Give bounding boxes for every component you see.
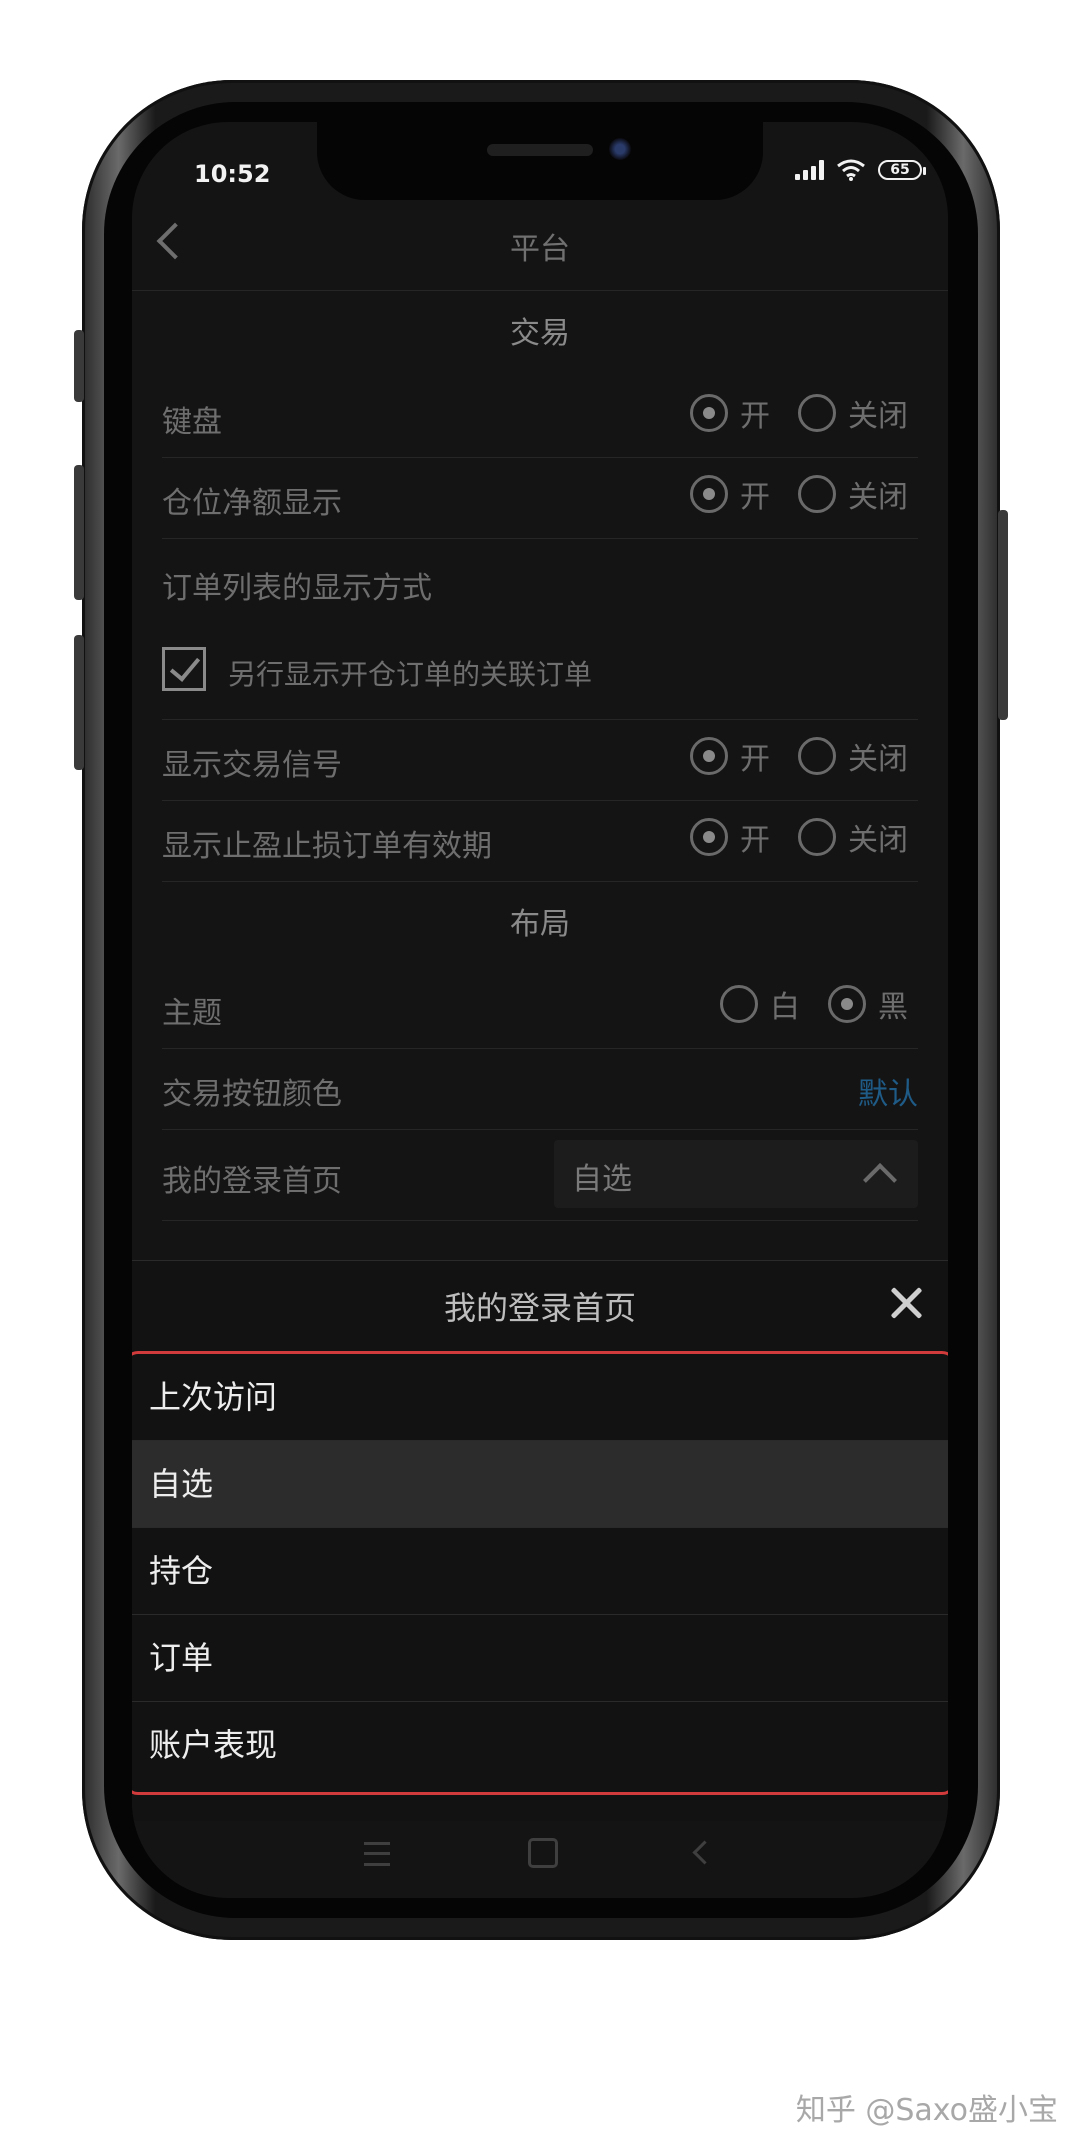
button-color-link[interactable]: 默认 xyxy=(858,1069,918,1113)
setting-keyboard: 键盘 开 关闭 xyxy=(162,377,918,458)
setting-label: 显示止盈止损订单有效期 xyxy=(162,829,492,864)
status-icons: 65 xyxy=(795,158,926,182)
setting-label: 键盘 xyxy=(162,405,222,440)
option-account-performance[interactable]: 账户表现 xyxy=(132,1702,948,1788)
battery-icon: 65 xyxy=(878,160,926,180)
radio-keyboard-off[interactable] xyxy=(798,394,836,432)
radio-label-off: 关闭 xyxy=(848,823,908,858)
radio-keyboard-on[interactable] xyxy=(690,394,728,432)
radio-label-on: 开 xyxy=(740,399,770,434)
volume-up-button xyxy=(74,330,84,402)
setting-login-home: 我的登录首页 自选 xyxy=(162,1130,918,1221)
checkbox-checked-icon[interactable] xyxy=(162,647,206,691)
sheet-title: 我的登录首页 xyxy=(443,1289,636,1327)
section-title-trading: 交易 xyxy=(510,316,570,351)
select-value: 自选 xyxy=(572,1162,632,1197)
notch xyxy=(317,122,763,200)
radio-label-white: 白 xyxy=(770,990,800,1025)
radio-signals-on[interactable] xyxy=(690,737,728,775)
close-icon[interactable] xyxy=(886,1283,926,1323)
radio-signals-off[interactable] xyxy=(798,737,836,775)
phone-screen: 10:52 65 平台 交易 键盘 开 关闭 仓位净额显示 开 关闭 订单列表的… xyxy=(132,122,948,1898)
option-watchlist[interactable]: 自选 xyxy=(132,1441,948,1528)
mute-button xyxy=(74,635,84,770)
wifi-icon xyxy=(837,159,865,181)
setting-related-orders[interactable]: 另行显示开仓订单的关联订单 xyxy=(162,629,918,720)
setting-button-color: 交易按钮颜色 默认 xyxy=(162,1049,918,1130)
checkbox-label: 另行显示开仓订单的关联订单 xyxy=(228,658,593,691)
setting-label: 显示交易信号 xyxy=(162,748,342,783)
radio-label-off: 关闭 xyxy=(848,480,908,515)
radio-label-black: 黑 xyxy=(878,990,908,1025)
front-camera xyxy=(609,138,631,160)
power-button xyxy=(998,510,1008,720)
setting-label: 我的登录首页 xyxy=(162,1164,342,1199)
setting-trade-signals: 显示交易信号 开 关闭 xyxy=(162,720,918,801)
radio-expiry-on[interactable] xyxy=(690,818,728,856)
setting-order-list: 订单列表的显示方式 xyxy=(162,539,918,629)
setting-label: 主题 xyxy=(162,996,222,1031)
radio-label-on: 开 xyxy=(740,480,770,515)
signal-icon xyxy=(795,160,824,180)
menu-icon[interactable] xyxy=(364,1842,390,1866)
option-last-visit[interactable]: 上次访问 xyxy=(132,1354,948,1441)
watermark: 知乎 @Saxo盛小宝 xyxy=(795,2093,1058,2128)
system-nav-bar xyxy=(132,1822,948,1898)
radio-net-position-off[interactable] xyxy=(798,475,836,513)
option-list: 上次访问 自选 持仓 订单 账户表现 xyxy=(132,1351,948,1795)
settings-page: 平台 交易 键盘 开 关闭 仓位净额显示 开 关闭 订单列表的显示方式 另行显示… xyxy=(132,200,948,1221)
radio-net-position-on[interactable] xyxy=(690,475,728,513)
radio-label-on: 开 xyxy=(740,823,770,858)
setting-net-position: 仓位净额显示 开 关闭 xyxy=(162,458,918,539)
back-nav-icon[interactable] xyxy=(692,1840,717,1865)
radio-label-off: 关闭 xyxy=(848,399,908,434)
setting-label: 交易按钮颜色 xyxy=(162,1077,342,1112)
setting-theme: 主题 白 黑 xyxy=(162,968,918,1049)
login-home-select[interactable]: 自选 xyxy=(554,1140,918,1208)
option-positions[interactable]: 持仓 xyxy=(132,1528,948,1615)
radio-expiry-off[interactable] xyxy=(798,818,836,856)
chevron-up-icon xyxy=(863,1163,897,1197)
radio-label-off: 关闭 xyxy=(848,742,908,777)
page-title: 平台 xyxy=(510,232,570,267)
radio-label-on: 开 xyxy=(740,742,770,777)
radio-theme-white[interactable] xyxy=(720,985,758,1023)
radio-theme-black[interactable] xyxy=(828,985,866,1023)
setting-tp-sl-expiry: 显示止盈止损订单有效期 开 关闭 xyxy=(162,801,918,882)
option-orders[interactable]: 订单 xyxy=(132,1615,948,1702)
nav-bar: 平台 xyxy=(132,200,948,291)
volume-down-button xyxy=(74,465,84,600)
bottom-sheet: 我的登录首页 上次访问 自选 持仓 订单 账户表现 xyxy=(132,1260,948,1821)
speaker xyxy=(487,144,593,156)
status-time: 10:52 xyxy=(194,160,271,188)
section-title-layout: 布局 xyxy=(510,907,570,942)
setting-label: 仓位净额显示 xyxy=(162,486,342,521)
home-icon[interactable] xyxy=(528,1838,558,1868)
setting-label: 订单列表的显示方式 xyxy=(162,571,432,606)
